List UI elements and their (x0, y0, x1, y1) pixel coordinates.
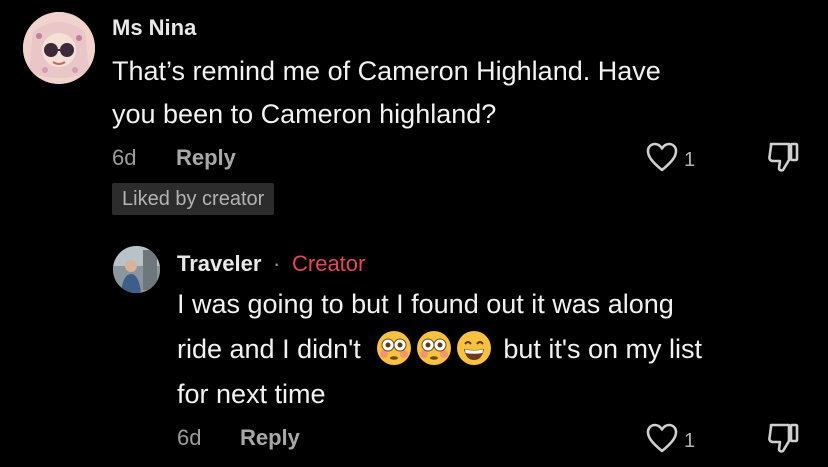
creator-label: Creator (292, 251, 366, 276)
comment-text-line: That’s remind me of Cameron Highland. Ha… (112, 56, 661, 86)
dislike-icon[interactable] (765, 421, 801, 455)
avatar[interactable] (113, 246, 160, 293)
reply-button[interactable]: Reply (176, 145, 236, 171)
like-count: 1 (684, 149, 696, 171)
reply-button[interactable]: Reply (240, 425, 300, 451)
liked-by-creator-badge: Liked by creator (112, 183, 275, 215)
comment-text-fragment: but it's on my list (503, 334, 703, 364)
comment-username[interactable]: Ms Nina (112, 15, 196, 41)
comment-time: 6d (177, 425, 202, 450)
comment-text-line: I was going to but I found out it was al… (177, 289, 674, 319)
comment-text-fragment: ride and I didn't (177, 334, 361, 364)
heart-icon[interactable] (645, 422, 679, 454)
flushed-face-emoji-icon (416, 330, 452, 366)
like-count: 1 (684, 430, 696, 452)
avatar[interactable] (23, 12, 95, 84)
separator-dot: · (273, 251, 281, 276)
dislike-icon[interactable] (765, 140, 801, 174)
flushed-face-emoji-icon (376, 330, 412, 366)
comment-text: That’s remind me of Cameron Highland. Ha… (112, 50, 661, 136)
grinning-face-emoji-icon (456, 330, 492, 366)
comment-time: 6d (112, 145, 137, 170)
comment-text-line: you been to Cameron highland? (112, 99, 497, 129)
heart-icon[interactable] (645, 141, 679, 173)
comment-text: I was going to but I found out it was al… (177, 282, 702, 417)
comment-text-line: for next time (177, 379, 326, 409)
comment-username[interactable]: Traveler (177, 251, 261, 277)
comment-text-line: ride and I didn't but it's on my list (177, 327, 702, 372)
